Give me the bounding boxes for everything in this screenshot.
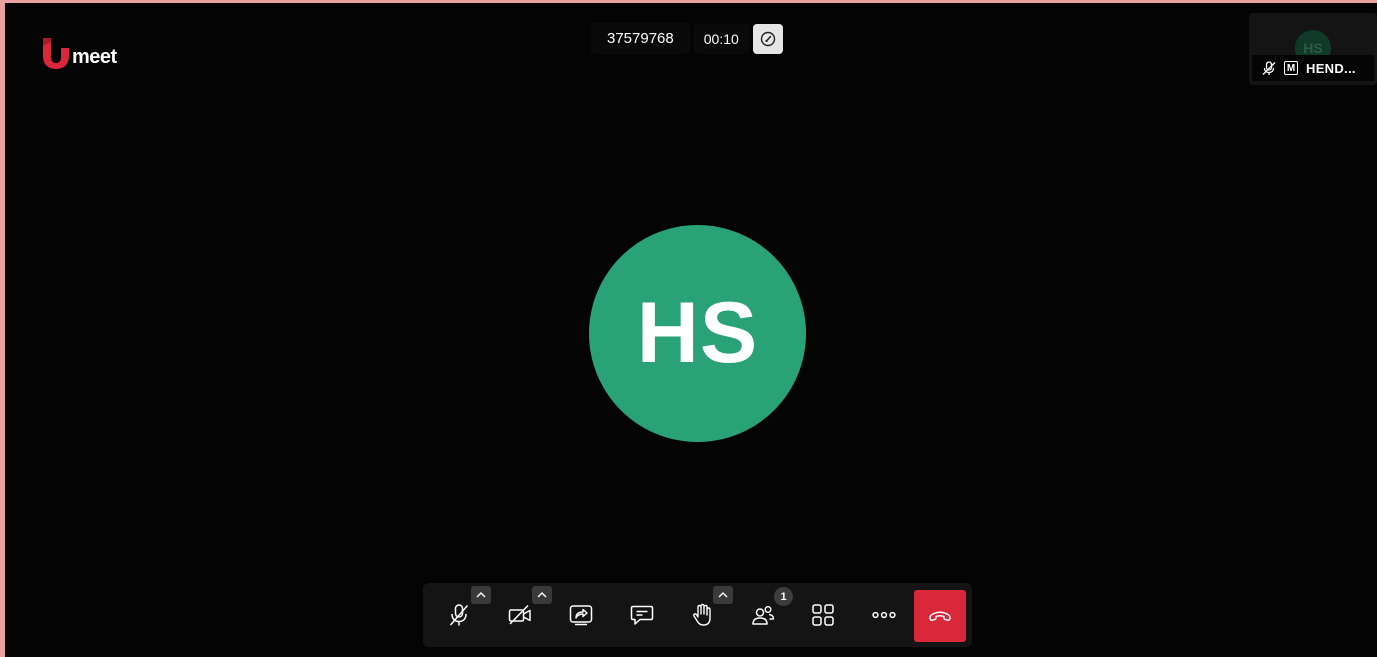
main-participant-avatar: HS (589, 225, 806, 442)
participants-icon (752, 606, 775, 625)
camera-options-caret[interactable] (532, 586, 552, 604)
meeting-stage: meet 37579768 00:10 HS M HEND... HS 1 (5, 3, 1377, 657)
microphone-options-caret[interactable] (471, 586, 491, 604)
participant-name: HEND... (1306, 60, 1356, 76)
share-screen-button[interactable] (561, 595, 601, 635)
more-icon (872, 611, 896, 619)
grid-icon (812, 604, 834, 626)
more-button[interactable] (864, 595, 904, 635)
logo-u-icon (41, 36, 71, 70)
chevron-up-icon (718, 592, 728, 598)
share-screen-icon (569, 605, 593, 626)
mic-off-icon (449, 604, 469, 626)
gauge-icon (760, 31, 775, 46)
camera-off-icon (508, 604, 531, 625)
meeting-info: 37579768 00:10 (591, 23, 783, 54)
connection-stats-button[interactable] (752, 23, 783, 54)
chevron-up-icon (537, 592, 547, 598)
hand-icon (693, 603, 711, 626)
chevron-up-icon (476, 592, 486, 598)
participants-count-badge: 1 (774, 587, 793, 606)
chat-icon (630, 605, 654, 625)
reactions-options-caret[interactable] (713, 586, 733, 604)
hangup-button[interactable] (914, 590, 966, 642)
moderator-badge: M (1284, 61, 1298, 75)
meeting-id: 37579768 (591, 23, 690, 54)
umeet-logo: meet (41, 36, 117, 70)
tile-view-button[interactable] (803, 595, 843, 635)
phone-hangup-icon (929, 611, 951, 621)
meeting-toolbar: 1 (423, 583, 972, 647)
meeting-timer: 00:10 (693, 23, 749, 54)
thumbnail-status-bar: M HEND... (1252, 55, 1374, 81)
chat-button[interactable] (622, 595, 662, 635)
participant-thumbnail[interactable]: HS M HEND... (1249, 13, 1377, 85)
mic-off-icon (1262, 60, 1276, 75)
logo-text: meet (72, 46, 117, 68)
